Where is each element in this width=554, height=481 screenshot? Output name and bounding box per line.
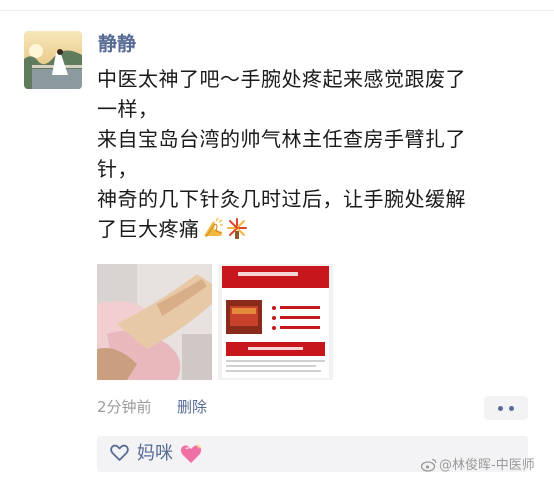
post-text-line-last: 了巨大疼痛: [97, 214, 537, 247]
post-timestamp: 2分钟前: [97, 398, 152, 416]
watermark-text: @林俊晖-中医师: [439, 458, 535, 473]
weibo-watermark: @林俊晖-中医师: [420, 458, 535, 477]
photo-hospital-document[interactable]: [218, 264, 333, 380]
liker-name[interactable]: 妈咪: [137, 443, 173, 465]
post-text-line: 中医太神了吧～手腕处疼起来感觉跟废了: [97, 67, 466, 91]
more-options-button[interactable]: [484, 396, 528, 420]
delete-link[interactable]: 删除: [177, 397, 207, 417]
more-dot-icon: [498, 406, 503, 411]
post-text-line: 针，: [97, 157, 138, 181]
post-text-line: 一样，: [97, 97, 159, 121]
more-dot-icon: [509, 406, 514, 411]
post-text: 中医太神了吧～手腕处疼起来感觉跟废了 一样， 来自宝岛台湾的帅气林主任查房手臂扎…: [97, 64, 537, 247]
photo-massage-arm[interactable]: [97, 264, 212, 380]
top-divider: [0, 10, 554, 11]
post-text-line: 神奇的几下针灸几时过后，让手腕处缓解: [97, 187, 466, 211]
post-text-line: 了巨大疼痛: [97, 217, 200, 241]
sparkling-heart-icon: [179, 443, 203, 469]
heart-outline-icon: [110, 444, 129, 466]
avatar[interactable]: [24, 31, 82, 89]
weibo-logo-icon: [420, 458, 437, 477]
author-name[interactable]: 静静: [98, 32, 136, 56]
fireworks-icon: [226, 217, 248, 247]
folded-hands-icon: [202, 217, 224, 247]
post-text-line: 来自宝岛台湾的帅气林主任查房手臂扎了: [97, 127, 466, 151]
